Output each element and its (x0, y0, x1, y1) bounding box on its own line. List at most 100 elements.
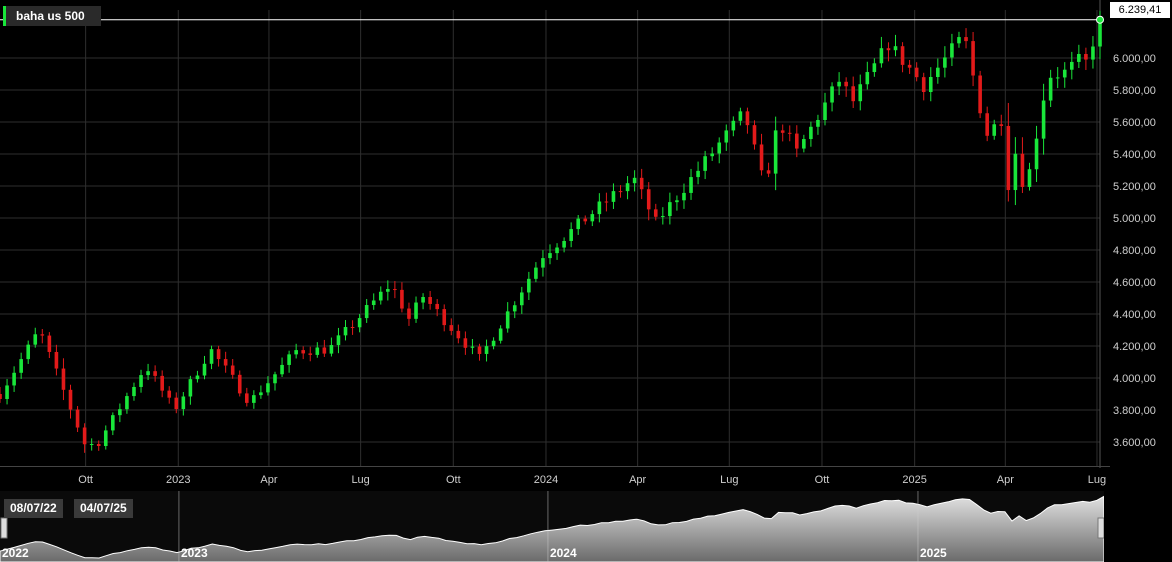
candle-body[interactable] (350, 327, 355, 329)
navigator-right-handle[interactable] (1097, 517, 1105, 539)
candle-body[interactable] (512, 305, 517, 312)
candle-body[interactable] (371, 300, 376, 306)
candle-body[interactable] (731, 120, 736, 131)
candle-body[interactable] (216, 349, 221, 360)
candle-body[interactable] (414, 302, 418, 319)
candle-body[interactable] (844, 81, 848, 87)
candle-body[interactable] (900, 46, 905, 65)
candle-body[interactable] (386, 289, 390, 292)
candle-body[interactable] (209, 349, 214, 364)
candle-body[interactable] (830, 86, 834, 103)
candle-body[interactable] (252, 395, 256, 403)
candle-body[interactable] (230, 365, 235, 375)
candle-body[interactable] (964, 37, 968, 42)
candle-body[interactable] (498, 328, 503, 341)
candle-body[interactable] (0, 394, 2, 399)
candle-body[interactable] (752, 125, 757, 145)
candle-body[interactable] (125, 396, 129, 410)
candle-body[interactable] (19, 359, 23, 373)
candle-body[interactable] (689, 177, 693, 193)
candle-body[interactable] (1077, 53, 1081, 62)
candle-body[interactable] (787, 132, 792, 134)
candle-body[interactable] (661, 216, 665, 218)
candle-body[interactable] (308, 353, 313, 355)
candle-body[interactable] (957, 37, 961, 44)
candle-body[interactable] (223, 359, 228, 366)
candle-body[interactable] (985, 113, 989, 136)
candle-body[interactable] (47, 335, 52, 352)
candle-body[interactable] (75, 409, 80, 428)
candle-body[interactable] (96, 444, 101, 447)
candle-body[interactable] (632, 177, 637, 184)
candle-body[interactable] (999, 124, 1004, 126)
candle-body[interactable] (174, 397, 179, 410)
candle-body[interactable] (519, 292, 524, 306)
candle-body[interactable] (280, 364, 284, 375)
candle-body[interactable] (682, 192, 686, 201)
candle-body[interactable] (738, 111, 743, 121)
candle-body[interactable] (456, 330, 461, 339)
candle-body[interactable] (322, 347, 327, 354)
candle-body[interactable] (639, 177, 644, 190)
candle-body[interactable] (1091, 46, 1095, 60)
candle-body[interactable] (61, 368, 66, 390)
candle-body[interactable] (1048, 77, 1053, 101)
candle-body[interactable] (794, 133, 799, 149)
candle-body[interactable] (132, 386, 136, 397)
candle-body[interactable] (421, 297, 425, 303)
candle-body[interactable] (160, 375, 164, 391)
candle-body[interactable] (921, 77, 926, 92)
candle-body[interactable] (548, 253, 552, 259)
candle-body[interactable] (625, 183, 630, 192)
candle-body[interactable] (872, 63, 877, 73)
candle-body[interactable] (33, 334, 38, 345)
candle-body[interactable] (435, 303, 439, 310)
candle-body[interactable] (1041, 100, 1046, 139)
candle-body[interactable] (745, 111, 750, 126)
candle-body[interactable] (40, 334, 45, 336)
candle-body[interactable] (907, 64, 912, 68)
candle-body[interactable] (802, 139, 806, 149)
candle-body[interactable] (259, 392, 263, 396)
candle-body[interactable] (611, 191, 616, 202)
candle-body[interactable] (851, 86, 856, 102)
candle-body[interactable] (491, 340, 496, 347)
candle-body[interactable] (146, 371, 150, 376)
candle-body[interactable] (26, 344, 31, 360)
candle-body[interactable] (273, 374, 277, 384)
candle-body[interactable] (675, 200, 679, 203)
candle-body[interactable] (12, 372, 16, 386)
candle-body[interactable] (407, 308, 411, 319)
candle-body[interactable] (1069, 61, 1074, 70)
candle-body[interactable] (202, 363, 207, 376)
candle-body[interactable] (604, 201, 609, 203)
candle-body[interactable] (266, 383, 270, 393)
candle-body[interactable] (477, 346, 482, 354)
candle-body[interactable] (470, 346, 475, 348)
candle-body[interactable] (950, 43, 954, 58)
candle-body[interactable] (393, 289, 397, 291)
candle-body[interactable] (618, 191, 623, 193)
candle-body[interactable] (329, 345, 334, 354)
candle-body[interactable] (139, 375, 143, 387)
candle-body[interactable] (534, 267, 538, 279)
candle-body[interactable] (442, 309, 447, 326)
candle-body[interactable] (449, 325, 454, 331)
candle-body[interactable] (555, 247, 559, 254)
candle-body[interactable] (463, 338, 468, 348)
navigator-start-date[interactable]: 08/07/22 (4, 499, 63, 518)
candle-body[interactable] (773, 130, 778, 174)
candle-body[interactable] (1034, 138, 1039, 170)
candle-body[interactable] (816, 119, 820, 127)
candle-body[interactable] (569, 229, 573, 241)
candle-body[interactable] (357, 318, 362, 328)
candle-body[interactable] (1027, 169, 1032, 187)
candle-body[interactable] (653, 209, 658, 217)
candle-body[interactable] (82, 427, 87, 445)
candle-body[interactable] (153, 371, 157, 376)
candle-body[interactable] (717, 142, 722, 154)
candle-body[interactable] (759, 144, 764, 171)
candle-body[interactable] (287, 354, 291, 365)
candle-body[interactable] (343, 327, 348, 336)
candle-body[interactable] (54, 351, 59, 369)
